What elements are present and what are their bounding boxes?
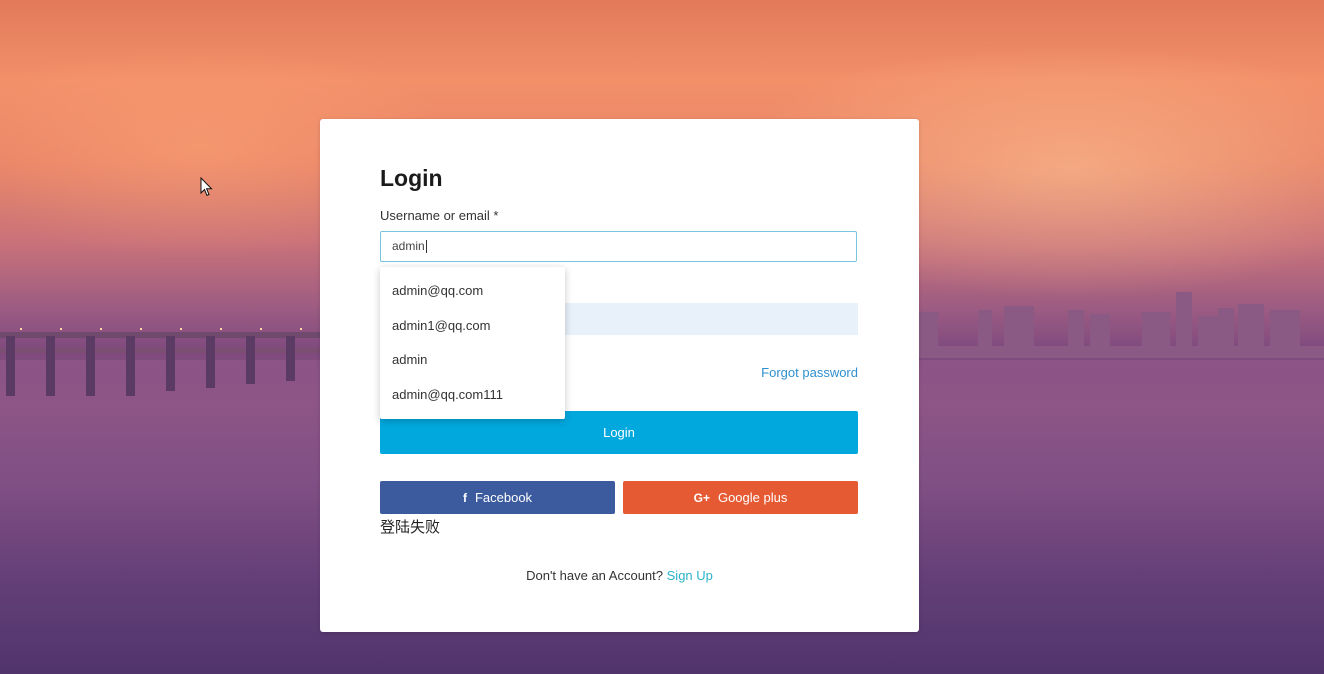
autocomplete-option[interactable]: admin@qq.com xyxy=(380,274,565,309)
city-skyline xyxy=(918,292,1324,358)
page-title: Login xyxy=(380,165,443,191)
mouse-cursor-icon xyxy=(200,177,213,197)
error-message: 登陆失败 xyxy=(380,518,441,536)
no-account-text: Don't have an Account? xyxy=(526,568,664,583)
username-value: admin xyxy=(392,239,425,253)
autocomplete-option[interactable]: admin xyxy=(380,343,565,378)
facebook-icon: f xyxy=(462,491,467,505)
username-input[interactable]: admin xyxy=(380,231,857,262)
autocomplete-dropdown: admin@qq.com admin1@qq.com admin admin@q… xyxy=(380,267,565,419)
signup-link[interactable]: Sign Up xyxy=(667,568,713,583)
forgot-password-link[interactable]: Forgot password xyxy=(761,365,858,380)
autocomplete-option[interactable]: admin@qq.com111 xyxy=(380,378,565,413)
username-label: Username or email * xyxy=(380,208,499,223)
google-plus-icon: G+ xyxy=(693,491,710,505)
google-plus-button[interactable]: G+ Google plus xyxy=(623,481,858,514)
autocomplete-option[interactable]: admin1@qq.com xyxy=(380,309,565,344)
google-plus-label: Google plus xyxy=(717,490,788,505)
bridge-silhouette xyxy=(0,328,320,396)
facebook-label: Facebook xyxy=(474,490,533,505)
signup-prompt: Don't have an Account? Sign Up xyxy=(320,568,919,583)
facebook-button[interactable]: f Facebook xyxy=(380,481,615,514)
text-caret xyxy=(425,240,427,254)
login-card: Login Username or email * admin Forgot p… xyxy=(320,119,919,632)
